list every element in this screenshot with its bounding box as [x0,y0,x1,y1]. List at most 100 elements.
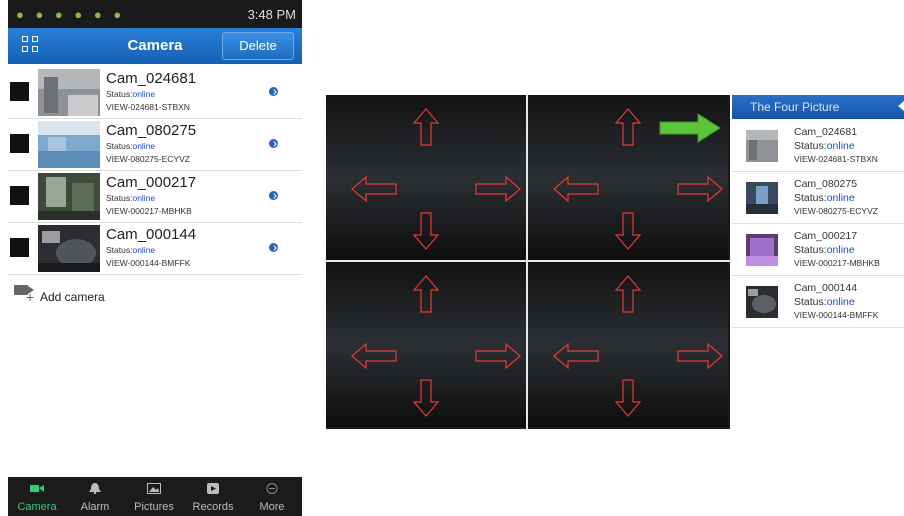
panel-camera-row[interactable]: Cam_000217 Status:online VIEW-000217-MBH… [732,224,904,276]
video-pane[interactable] [326,95,526,260]
camera-status: Status:online [794,244,855,256]
ptz-down-arrow-icon[interactable] [614,212,642,250]
camera-thumbnail [38,69,100,116]
ptz-left-arrow-icon[interactable] [553,175,599,203]
status-time: 3:48 PM [247,7,296,22]
camera-row[interactable]: Cam_080275 Status:online VIEW-080275-ECY… [8,119,302,171]
camera-row[interactable]: Cam_024681 Status:online VIEW-024681-STB… [8,67,302,119]
ptz-right-arrow-icon[interactable] [475,175,521,203]
camera-view-id: VIEW-024681-STBXN [106,102,190,112]
video-camera-icon [30,485,44,492]
camera-view-id: VIEW-024681-STBXN [794,154,878,164]
camera-view-id: VIEW-000144-BMFFK [794,310,879,320]
ptz-left-arrow-icon[interactable] [553,342,599,370]
camera-view-id: VIEW-000217-MBHKB [794,258,880,268]
nav-camera[interactable]: Camera [8,477,66,516]
panel-camera-row[interactable]: Cam_000144 Status:online VIEW-000144-BMF… [732,276,904,328]
grid-divider [526,95,528,429]
play-record-icon [207,483,219,494]
picture-icon [147,483,161,494]
status-bar: ● ● ● ● ● ● 3:48 PM [8,0,302,28]
panel-camera-row[interactable]: Cam_080275 Status:online VIEW-080275-ECY… [732,172,904,224]
ptz-right-arrow-icon[interactable] [475,342,521,370]
camera-name: Cam_024681 [794,126,858,138]
ptz-left-arrow-icon[interactable] [351,342,397,370]
camera-row[interactable]: Cam_000217 Status:online VIEW-000217-MBH… [8,171,302,223]
nav-records[interactable]: Records [184,477,242,516]
ptz-up-arrow-icon[interactable] [614,275,642,313]
camera-view-id: VIEW-000217-MBHKB [106,206,192,216]
panel-camera-row[interactable]: Cam_024681 Status:online VIEW-024681-STB… [732,120,904,172]
camera-thumbnail [746,182,778,214]
ptz-controls [351,275,521,417]
nav-pictures[interactable]: Pictures [125,477,183,516]
add-camera-button[interactable]: + Add camera [14,283,214,307]
bottom-nav: Camera Alarm Pictures Records More [8,477,302,516]
camera-checkbox[interactable] [10,82,29,101]
camera-thumbnail [38,225,100,272]
camera-name: Cam_000217 [106,174,197,191]
camera-thumbnail [38,173,100,220]
nav-label: More [259,501,285,513]
plus-icon: + [26,289,35,305]
four-picture-panel: The Four Picture Cam_024681 Status:onlin… [732,95,904,355]
nav-more[interactable]: More [243,477,301,516]
camera-status: Status:online [106,245,156,255]
camera-thumbnail [746,234,778,266]
camera-name: Cam_080275 [106,122,197,139]
green-arrow-right-icon [659,113,721,143]
camera-thumbnail [38,121,100,168]
video-pane[interactable] [528,262,728,427]
video-pane[interactable] [326,262,526,427]
nav-label: Camera [17,501,57,513]
chevron-right-icon[interactable] [269,139,278,148]
camera-status: Status:online [794,296,855,308]
ptz-down-arrow-icon[interactable] [412,379,440,417]
camera-thumbnail [746,130,778,162]
camera-name: Cam_000144 [794,282,858,294]
camera-thumbnail [746,286,778,318]
ptz-controls [553,275,723,417]
camera-name: Cam_000144 [106,226,197,243]
camera-status: Status:online [106,89,156,99]
chevron-right-icon[interactable] [269,87,278,96]
nav-label: Records [192,501,234,513]
chevron-right-icon[interactable] [269,191,278,200]
camera-view-id: VIEW-000144-BMFFK [106,258,191,268]
more-circle-icon [266,483,278,494]
nav-alarm[interactable]: Alarm [66,477,124,516]
camera-row[interactable]: Cam_000144 Status:online VIEW-000144-BMF… [8,223,302,275]
camera-status: Status:online [106,141,156,151]
ptz-down-arrow-icon[interactable] [614,379,642,417]
bell-icon [89,483,101,494]
chevron-right-icon[interactable] [269,243,278,252]
panel-title: The Four Picture [732,95,904,119]
ptz-up-arrow-icon[interactable] [412,108,440,146]
camera-status: Status:online [794,140,855,152]
camera-view-id: VIEW-080275-ECYVZ [106,154,190,164]
ptz-controls [351,108,521,250]
camera-status: Status:online [794,192,855,204]
camera-checkbox[interactable] [10,186,29,205]
camera-status: Status:online [106,193,156,203]
camera-checkbox[interactable] [10,134,29,153]
ptz-right-arrow-icon[interactable] [677,175,723,203]
delete-button[interactable]: Delete [222,32,294,60]
ptz-up-arrow-icon[interactable] [614,108,642,146]
title-bar: Camera Delete [8,28,302,64]
four-picture-grid [326,95,730,429]
ptz-down-arrow-icon[interactable] [412,212,440,250]
camera-name: Cam_024681 [106,70,197,87]
add-camera-label: Add camera [40,290,105,304]
notification-icons: ● ● ● ● ● ● [16,7,126,22]
camera-name: Cam_000217 [794,230,858,242]
camera-name: Cam_080275 [794,178,858,190]
grid-divider [326,260,730,262]
camera-view-id: VIEW-080275-ECYVZ [794,206,878,216]
ptz-left-arrow-icon[interactable] [351,175,397,203]
nav-label: Pictures [134,501,174,513]
ptz-right-arrow-icon[interactable] [677,342,723,370]
nav-label: Alarm [80,501,110,513]
ptz-up-arrow-icon[interactable] [412,275,440,313]
camera-checkbox[interactable] [10,238,29,257]
